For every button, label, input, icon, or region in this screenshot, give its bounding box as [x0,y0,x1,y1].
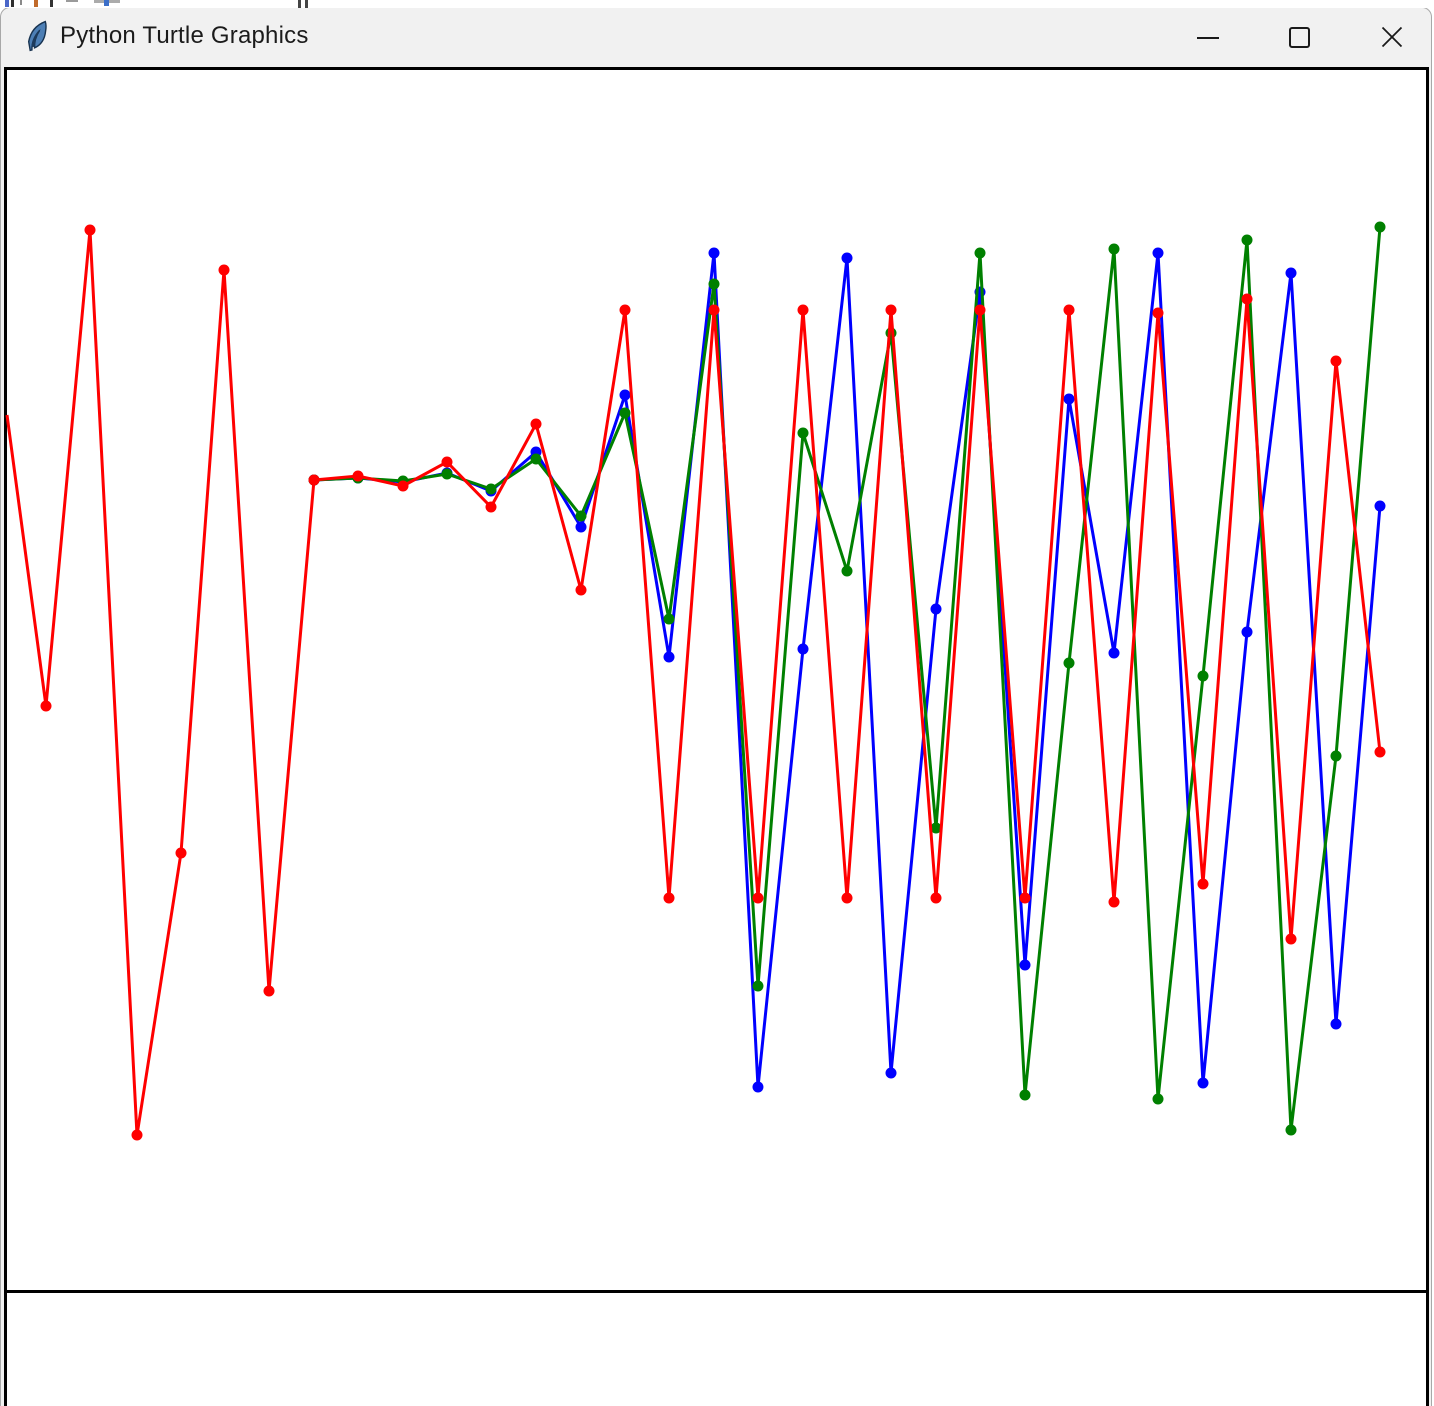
blue-data-dot [752,1081,764,1093]
green-data-dot [1197,670,1209,682]
red-data-dot [352,470,364,482]
red-data-dot [131,1129,143,1141]
blue-data-dot [841,252,853,264]
background-window-sliver [0,0,1434,8]
blue-data-dot [1019,959,1031,971]
background-window-fragment [50,0,53,7]
red-data-dot [930,892,942,904]
blue-data-dot [930,603,942,615]
red-data-dot [1241,293,1253,305]
red-data-dot [1063,304,1075,316]
background-window-fragment [66,0,78,2]
blue-data-dot [619,389,631,401]
blue-data-dot [797,643,809,655]
green-series-line [313,226,1382,1131]
green-data-dot [1241,234,1253,246]
red-series-line [5,229,1382,1136]
green-data-dot [1063,657,1075,669]
green-data-dot [619,407,631,419]
blue-data-dot [1374,500,1386,512]
red-data-dot [40,700,52,712]
background-window-fragment [104,0,109,6]
green-data-dot [841,565,853,577]
blue-data-dot [1285,267,1297,279]
background-window-fragment [305,0,308,8]
red-data-dot [1197,878,1209,890]
red-data-dot [575,584,587,596]
blue-data-dot [1152,247,1164,259]
red-data-dot [175,847,187,859]
turtle-plot [5,221,1426,1293]
green-data-dot [974,247,986,259]
background-window-fragment [34,0,38,7]
green-data-dot [485,483,497,495]
red-data-dot [218,264,230,276]
red-data-dot [308,474,320,486]
red-data-dot [841,892,853,904]
red-data-dot [974,304,986,316]
red-data-dot [485,501,497,513]
red-data-dot [1285,933,1297,945]
blue-data-dot [575,521,587,533]
green-data-dot [1330,750,1342,762]
blue-data-dot [885,1067,897,1079]
red-data-dot [530,418,542,430]
red-data-dot [663,892,675,904]
blue-data-dot [1197,1077,1209,1089]
red-data-dot [708,304,720,316]
red-data-dot [397,480,409,492]
green-data-dot [663,613,675,625]
green-data-dot [752,980,764,992]
background-window-fragment [11,0,14,7]
green-data-dot [708,278,720,290]
background-window-fragment [5,0,9,7]
blue-data-dot [663,651,675,663]
red-data-dot [885,304,897,316]
blue-data-dot [1330,1018,1342,1030]
blue-data-dot [708,247,720,259]
green-data-dot [1374,221,1386,233]
blue-data-dot [1063,393,1075,405]
background-window-fragment [298,0,301,8]
blue-data-dot [1241,626,1253,638]
green-data-dot [1108,243,1120,255]
green-data-dot [575,510,587,522]
red-data-dot [1330,355,1342,367]
red-data-dot [441,456,453,468]
green-data-dot [1152,1093,1164,1105]
red-data-dot [1152,307,1164,319]
green-data-dot [441,468,453,480]
green-data-dot [797,427,809,439]
red-data-dot [1019,892,1031,904]
red-data-dot [797,304,809,316]
background-window-fragment [20,0,22,5]
red-data-dot [1374,746,1386,758]
blue-data-dot [1108,647,1120,659]
green-data-dot [1285,1124,1297,1136]
red-data-dot [619,304,631,316]
green-data-dot [1019,1089,1031,1101]
red-data-dot [1108,896,1120,908]
red-data-dot [752,892,764,904]
red-data-dot [263,985,275,997]
red-data-dot [84,224,96,236]
green-data-dot [530,453,542,465]
